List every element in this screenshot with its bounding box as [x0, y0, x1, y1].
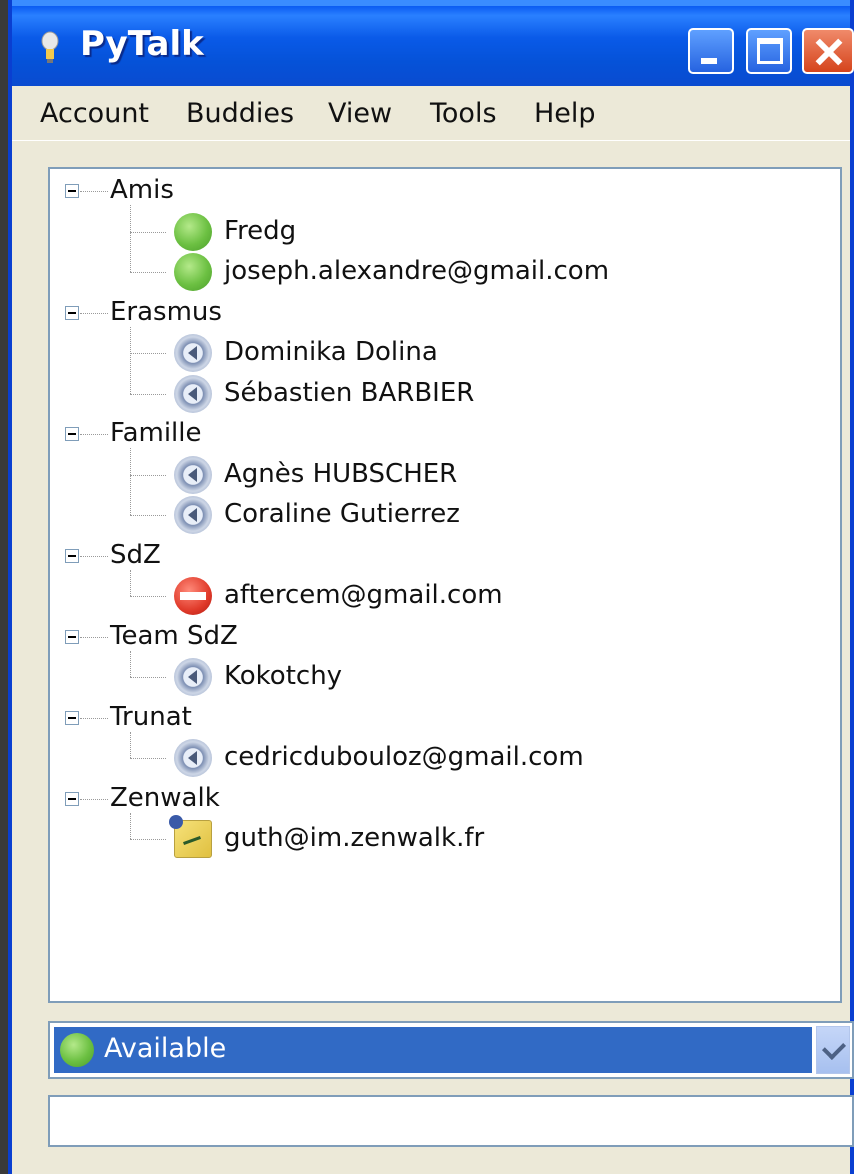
group-row[interactable]: Amis — [50, 171, 840, 211]
group-label: Team SdZ — [110, 620, 238, 651]
close-button[interactable] — [802, 28, 854, 74]
status-selector[interactable]: Available — [48, 1021, 854, 1079]
available-status-icon — [60, 1033, 94, 1067]
away-status-icon — [174, 658, 212, 696]
group-label: SdZ — [110, 539, 161, 570]
status-selector-value: Available — [104, 1033, 227, 1064]
contact-row[interactable]: Fredg — [50, 212, 840, 252]
group-row[interactable]: Team SdZ — [50, 617, 840, 657]
collapse-icon[interactable] — [65, 184, 79, 198]
contact-name: joseph.alexandre@gmail.com — [224, 256, 610, 286]
collapse-icon[interactable] — [65, 305, 79, 320]
busy-status-icon — [174, 577, 212, 615]
away-status-icon — [174, 455, 212, 494]
status-message-input[interactable] — [48, 1095, 854, 1147]
menu-view[interactable]: View — [324, 96, 396, 131]
away-status-icon — [174, 496, 212, 534]
menu-account[interactable]: Account — [36, 96, 153, 131]
title-bar[interactable]: PyTalk — [12, 0, 854, 86]
collapse-icon[interactable] — [65, 629, 79, 644]
contact-name: Coraline Gutierrez — [224, 499, 460, 529]
contact-row[interactable]: Dominika Dolina — [50, 333, 840, 373]
contact-name: guth@im.zenwalk.fr — [224, 823, 485, 853]
chevron-down-icon — [821, 1035, 847, 1061]
maximize-button[interactable] — [746, 28, 792, 74]
group-label: Zenwalk — [110, 782, 220, 813]
group-row[interactable]: SdZ — [50, 536, 840, 576]
unknown-status-icon — [169, 815, 212, 858]
dropdown-button[interactable] — [816, 1026, 850, 1074]
contact-row[interactable]: cedricdubouloz@gmail.com — [50, 738, 840, 778]
contact-row[interactable]: Sébastien BARBIER — [50, 374, 840, 414]
group-row[interactable]: Famille — [50, 414, 840, 454]
contact-name: Fredg — [224, 215, 297, 246]
group-label: Famille — [110, 418, 202, 448]
minimize-icon — [701, 58, 717, 64]
collapse-icon[interactable] — [65, 548, 79, 563]
collapse-icon[interactable] — [65, 427, 79, 441]
buddy-list-tree[interactable]: Amis Fredg joseph.alexandre@gmail.com Erasm… — [48, 167, 842, 1003]
contact-row[interactable]: Kokotchy — [50, 657, 840, 697]
contact-row[interactable]: Agnès HUBSCHER — [50, 455, 840, 495]
window-title: PyTalk — [80, 24, 204, 64]
group-row[interactable]: Trunat — [50, 698, 840, 738]
available-status-icon — [174, 253, 212, 291]
group-label: Trunat — [110, 701, 192, 732]
contact-row[interactable]: guth@im.zenwalk.fr — [50, 815, 840, 859]
menu-tools[interactable]: Tools — [426, 96, 501, 131]
away-status-icon — [174, 739, 212, 777]
minimize-button[interactable] — [688, 28, 734, 74]
lightbulb-icon — [41, 31, 59, 63]
menu-help[interactable]: Help — [530, 96, 600, 131]
contact-name: aftercem@gmail.com — [224, 580, 503, 610]
contact-row[interactable]: aftercem@gmail.com — [50, 576, 840, 616]
contact-name: Sébastien BARBIER — [224, 377, 475, 408]
collapse-icon[interactable] — [65, 791, 79, 806]
available-status-icon — [174, 212, 212, 251]
contact-row[interactable]: Coraline Gutierrez — [50, 495, 840, 535]
group-row[interactable]: Zenwalk — [50, 779, 840, 819]
group-label: Erasmus — [110, 296, 222, 327]
group-row[interactable]: Erasmus — [50, 293, 840, 333]
contact-name: cedricdubouloz@gmail.com — [224, 742, 584, 772]
contact-row[interactable]: joseph.alexandre@gmail.com — [50, 252, 840, 292]
away-status-icon — [174, 374, 212, 413]
group-label: Amis — [110, 175, 174, 205]
menu-bar: Account Buddies View Tools Help — [12, 86, 850, 141]
menu-buddies[interactable]: Buddies — [182, 96, 298, 131]
away-status-icon — [174, 334, 212, 372]
pytalk-window: PyTalk Account Buddies View Tools Help A… — [8, 0, 854, 1174]
contact-name: Agnès HUBSCHER — [224, 458, 458, 489]
maximize-icon — [757, 38, 783, 64]
contact-name: Kokotchy — [224, 661, 343, 691]
collapse-icon[interactable] — [65, 710, 79, 725]
contact-name: Dominika Dolina — [224, 337, 438, 367]
